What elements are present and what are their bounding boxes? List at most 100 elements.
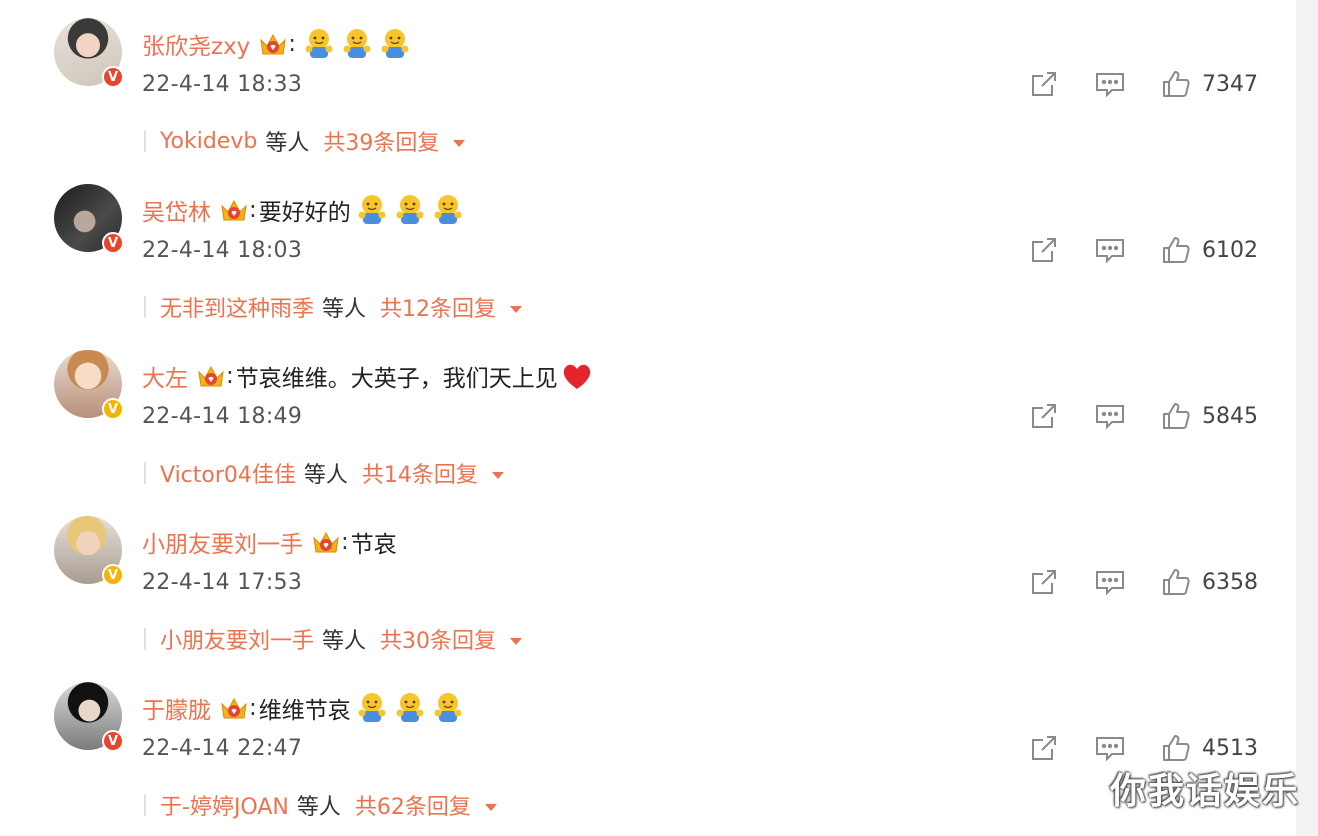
fan-crown-icon xyxy=(219,694,249,722)
hug-emoji-icon xyxy=(431,193,465,227)
comment-item: V 吴岱林: 要好好的 22-4-14 18:03 6102 无非到这种雨季 等人 共12条回… xyxy=(0,166,1296,332)
comment-icon[interactable] xyxy=(1094,566,1126,598)
comment-item: V 张欣尧zxy: 22-4-14 18:33 7347 Yokidevb 等人 共39条回… xyxy=(0,0,1296,166)
share-icon[interactable] xyxy=(1028,400,1060,432)
reply-total-link[interactable]: 共30条回复 xyxy=(380,623,496,655)
reply-etc-label: 等人 xyxy=(322,629,367,654)
comment-icon[interactable] xyxy=(1094,68,1126,100)
comment-line: 张欣尧zxy: xyxy=(142,24,412,64)
verified-badge-icon: V xyxy=(102,730,124,752)
hug-emoji-icon xyxy=(393,193,427,227)
chevron-down-icon[interactable] xyxy=(510,305,523,313)
like-count: 6358 xyxy=(1202,569,1258,595)
verified-badge-icon: V xyxy=(102,232,124,254)
thumbs-up-icon[interactable] xyxy=(1160,566,1192,598)
replies-toggle[interactable]: Yokidevb 等人 共39条回复 xyxy=(144,125,466,157)
chevron-down-icon[interactable] xyxy=(510,637,523,645)
comment-icon[interactable] xyxy=(1094,400,1126,432)
like-count: 6102 xyxy=(1202,237,1258,263)
reply-etc-label: 等人 xyxy=(322,297,367,322)
comment-actions: 7347 xyxy=(1028,68,1258,100)
comment-text: 要好好的 xyxy=(258,200,351,226)
reply-username-link[interactable]: 于-婷婷JOAN xyxy=(160,789,289,821)
comment-text: 节哀 xyxy=(350,532,397,558)
reply-total-link[interactable]: 共14条回复 xyxy=(362,457,478,489)
thumbs-up-icon[interactable] xyxy=(1160,68,1192,100)
share-icon[interactable] xyxy=(1028,234,1060,266)
fan-crown-icon xyxy=(219,196,249,224)
comment-timestamp: 22-4-14 18:33 xyxy=(142,72,303,97)
comment-timestamp: 22-4-14 17:53 xyxy=(142,570,303,595)
comment-timestamp: 22-4-14 18:49 xyxy=(142,404,303,429)
red-heart-icon xyxy=(560,360,594,392)
reply-divider xyxy=(144,462,146,484)
comment-icon[interactable] xyxy=(1094,732,1126,764)
username-link[interactable]: 于朦胧 xyxy=(142,691,211,725)
comment-item: V 于朦胧: 维维节哀 22-4-14 22:47 4513 于-婷婷JOAN 等人 共62条… xyxy=(0,664,1296,830)
colon-separator: : xyxy=(288,31,297,57)
reply-username-link[interactable]: 小朋友要刘一手 xyxy=(160,623,314,655)
share-icon[interactable] xyxy=(1028,68,1060,100)
hug-emoji-icon xyxy=(355,691,389,725)
reply-username-link[interactable]: 无非到这种雨季 xyxy=(160,291,314,323)
colon-separator: : xyxy=(249,695,257,721)
comment-item: V 大左: 节哀维维。大英子，我们天上见 22-4-14 18:49 5845 Victo… xyxy=(0,332,1296,498)
username-link[interactable]: 大左 xyxy=(142,359,188,393)
chevron-down-icon[interactable] xyxy=(453,139,466,147)
comment-timestamp: 22-4-14 18:03 xyxy=(142,238,303,263)
comment-actions: 4513 xyxy=(1028,732,1258,764)
thumbs-up-icon[interactable] xyxy=(1160,732,1192,764)
scroll-gutter xyxy=(1296,0,1318,836)
watermark: 你我话娱乐 xyxy=(1109,771,1300,812)
reply-divider xyxy=(144,628,146,650)
reply-etc-label: 等人 xyxy=(265,131,310,156)
colon-separator: : xyxy=(341,529,349,555)
avatar[interactable]: V xyxy=(54,516,124,586)
reply-username-link[interactable]: Victor04佳佳 xyxy=(160,457,296,489)
share-icon[interactable] xyxy=(1028,732,1060,764)
avatar[interactable]: V xyxy=(54,682,124,752)
avatar[interactable]: V xyxy=(54,184,124,254)
replies-toggle[interactable]: Victor04佳佳 等人 共14条回复 xyxy=(144,458,504,488)
thumbs-up-icon[interactable] xyxy=(1160,234,1192,266)
comment-actions: 6358 xyxy=(1028,566,1258,598)
hug-emoji-icon xyxy=(355,193,389,227)
chevron-down-icon[interactable] xyxy=(491,471,504,479)
comment-line: 于朦胧: 维维节哀 xyxy=(142,688,465,728)
like-count: 4513 xyxy=(1202,735,1258,761)
like-count: 7347 xyxy=(1202,71,1258,97)
reply-etc-label: 等人 xyxy=(303,463,348,488)
share-icon[interactable] xyxy=(1028,566,1060,598)
reply-total-link[interactable]: 共62条回复 xyxy=(355,789,471,821)
hug-emoji-icon xyxy=(393,691,427,725)
comment-text: 节哀维维。大英子，我们天上见 xyxy=(235,366,558,392)
avatar[interactable]: V xyxy=(54,18,124,88)
avatar[interactable]: V xyxy=(54,350,124,420)
hug-emoji-icon xyxy=(431,691,465,725)
comment-timestamp: 22-4-14 22:47 xyxy=(142,736,303,761)
reply-username-link[interactable]: Yokidevb xyxy=(160,129,257,154)
reply-divider xyxy=(144,130,146,152)
colon-separator: : xyxy=(249,197,257,223)
chevron-down-icon[interactable] xyxy=(484,803,497,811)
like-count: 5845 xyxy=(1202,403,1258,429)
replies-toggle[interactable]: 于-婷婷JOAN 等人 共62条回复 xyxy=(144,790,497,820)
hug-emoji-icon xyxy=(302,27,336,61)
reply-divider xyxy=(144,794,146,816)
username-link[interactable]: 吴岱林 xyxy=(142,193,211,227)
comment-text: 维维节哀 xyxy=(258,698,351,724)
fan-crown-icon xyxy=(311,528,341,556)
comment-icon[interactable] xyxy=(1094,234,1126,266)
username-link[interactable]: 小朋友要刘一手 xyxy=(142,525,303,559)
replies-toggle[interactable]: 无非到这种雨季 等人 共12条回复 xyxy=(144,291,523,323)
reply-etc-label: 等人 xyxy=(296,795,341,820)
reply-divider xyxy=(144,296,146,318)
replies-toggle[interactable]: 小朋友要刘一手 等人 共30条回复 xyxy=(144,623,523,655)
comment-line: 吴岱林: 要好好的 xyxy=(142,190,465,230)
username-link[interactable]: 张欣尧zxy xyxy=(142,27,250,61)
fan-crown-icon xyxy=(196,362,226,390)
reply-total-link[interactable]: 共39条回复 xyxy=(323,125,439,157)
thumbs-up-icon[interactable] xyxy=(1160,400,1192,432)
comment-line: 大左: 节哀维维。大英子，我们天上见 xyxy=(142,356,594,396)
reply-total-link[interactable]: 共12条回复 xyxy=(380,291,496,323)
